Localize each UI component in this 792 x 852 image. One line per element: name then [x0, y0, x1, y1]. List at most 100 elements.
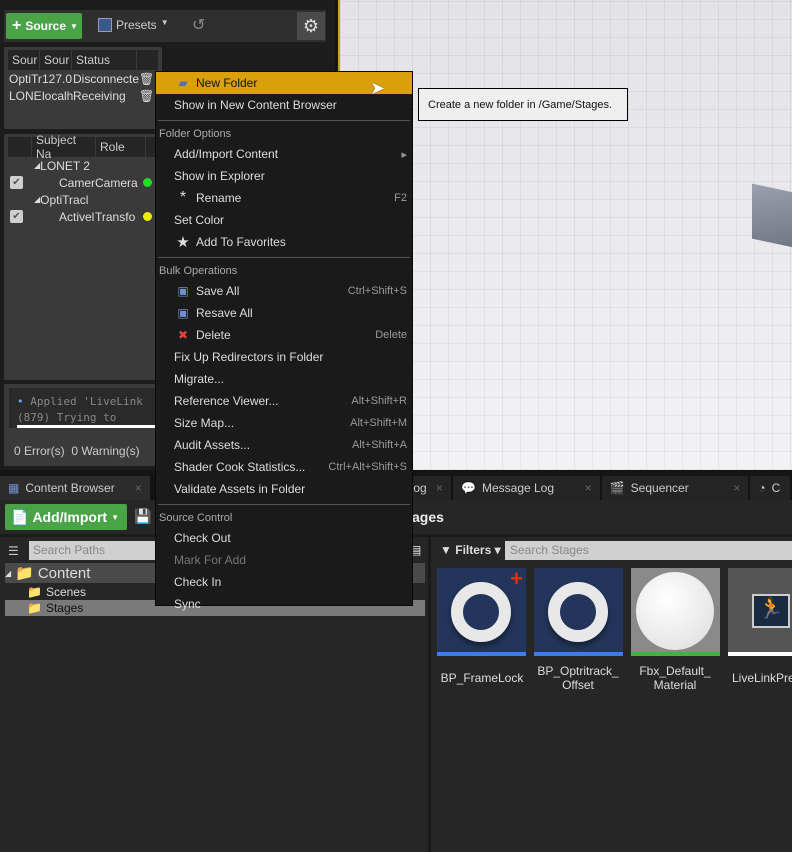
- menu-section-header: Source Control: [159, 512, 233, 524]
- status-dot-icon: [143, 178, 152, 187]
- rename-icon: *: [179, 189, 187, 206]
- menu-item-save-all[interactable]: ▣ Save All Ctrl+Shift+S: [156, 280, 412, 302]
- tab-content-browser[interactable]: ▦ Content Browser ×: [0, 476, 150, 500]
- log-line: Applied 'LiveLink: [30, 395, 143, 408]
- asset-label: BP_FrameLock: [440, 671, 524, 685]
- scrollbar[interactable]: [17, 425, 159, 428]
- save-all-icon[interactable]: 💾: [134, 508, 151, 525]
- material-thumbnail: [636, 572, 714, 650]
- menu-section-header: Bulk Operations: [159, 265, 238, 277]
- close-icon[interactable]: ×: [135, 481, 142, 495]
- menu-item-fix-up-redirectors[interactable]: Fix Up Redirectors in Folder: [156, 346, 412, 368]
- menu-item-shader-cook-statistics[interactable]: Shader Cook Statistics... Ctrl+Alt+Shift+…: [156, 456, 412, 478]
- search-paths-input[interactable]: Search Paths: [29, 541, 159, 560]
- livelink-preset-thumbnail: 🏃: [752, 594, 790, 628]
- close-icon[interactable]: ×: [585, 481, 592, 495]
- log-panel: • Applied 'LiveLink (879) Trying to 0 Er…: [4, 384, 162, 466]
- stage-mesh: [752, 183, 792, 252]
- close-icon[interactable]: ×: [733, 481, 740, 495]
- filters-button[interactable]: ▼ Filters ▾: [440, 543, 501, 557]
- plus-icon: +: [12, 17, 22, 34]
- close-icon[interactable]: ×: [436, 481, 443, 495]
- source-row[interactable]: OptiTr 127.0 Disconnecte 🗑: [4, 70, 162, 87]
- asset-tile-bp-optritrack-offset[interactable]: [534, 568, 623, 656]
- menu-item-delete[interactable]: ✖ Delete Delete: [156, 324, 412, 346]
- presets-button[interactable]: Presets ▼: [98, 18, 169, 32]
- asset-tile-livelinkpreset[interactable]: 🏃: [728, 568, 792, 656]
- asset-label: LiveLinkPre: [732, 671, 792, 685]
- settings-gear-icon[interactable]: ⚙: [297, 12, 325, 40]
- column-header[interactable]: Sour: [40, 50, 72, 70]
- revert-icon[interactable]: ↺: [192, 15, 205, 35]
- new-asset-plus-icon: +: [510, 566, 523, 591]
- livelink-toolbar: + Source ▼ Presets ▼ ↺ ⚙: [4, 10, 326, 42]
- folder-icon: 📁: [15, 565, 34, 582]
- tab-more[interactable]: ◔ C: [750, 476, 790, 500]
- subjects-list: Subject Na Role ◢ LONET 2 ✔ Camer Camera ◢ Op…: [4, 133, 162, 380]
- chevron-down-icon: ▼: [111, 512, 120, 522]
- column-header[interactable]: Sour: [8, 50, 40, 70]
- add-import-button[interactable]: 📄 Add/Import ▼: [5, 504, 127, 530]
- save-icon: ▣: [177, 284, 189, 298]
- asset-tile-fbx-default-material[interactable]: [631, 568, 720, 656]
- asset-label: Fbx_Default_ Material: [639, 664, 711, 692]
- menu-item-size-map[interactable]: Size Map... Alt+Shift+M: [156, 412, 412, 434]
- mouse-cursor-icon: ➤: [370, 78, 386, 98]
- menu-item-audit-assets[interactable]: Audit Assets... Alt+Shift+A: [156, 434, 412, 456]
- chevron-down-icon: ▼: [70, 21, 78, 31]
- menu-item-reference-viewer[interactable]: Reference Viewer... Alt+Shift+R: [156, 390, 412, 412]
- save-icon: ▣: [177, 306, 189, 320]
- checkbox[interactable]: ✔: [10, 176, 23, 189]
- tab-sequencer[interactable]: 🎬 Sequencer ×: [601, 476, 749, 500]
- status-dot-icon: [143, 212, 152, 221]
- new-folder-icon: ▰: [178, 76, 188, 90]
- log-line: (879) Trying to: [17, 411, 117, 424]
- tab-output-log[interactable]: Log ×: [406, 476, 452, 500]
- filter-icon: ▼: [440, 543, 452, 557]
- warning-count: 0 Warning(s): [71, 444, 140, 458]
- menu-item-check-out[interactable]: Check Out: [156, 527, 412, 549]
- file-icon: 📄: [11, 508, 29, 525]
- column-header[interactable]: Subject Na: [32, 133, 96, 161]
- folder-icon: 📁: [27, 601, 42, 615]
- content-browser-icon: ▦: [8, 481, 20, 495]
- tab-message-log[interactable]: 💬 Message Log ×: [453, 476, 600, 500]
- tooltip: Create a new folder in /Game/Stages.: [418, 88, 628, 121]
- sources-list: Sour Sour Status OptiTr 127.0 Disconnecte 🗑 L…: [4, 47, 162, 129]
- menu-item-migrate[interactable]: Migrate...: [156, 368, 412, 390]
- menu-item-add-import-content[interactable]: Add/Import Content ▸: [156, 143, 412, 165]
- asset-tile-bp-framelock[interactable]: +: [437, 566, 526, 656]
- subject-row[interactable]: ✔ Camer Camera: [4, 174, 162, 191]
- menu-section-header: Folder Options: [159, 128, 232, 140]
- menu-item-mark-for-add[interactable]: Mark For Add: [156, 549, 412, 571]
- error-count: 0 Error(s): [14, 444, 65, 458]
- column-header[interactable]: Status: [72, 50, 137, 70]
- presets-icon: [98, 18, 112, 32]
- source-row[interactable]: LONE localh Receiving 🗑: [4, 87, 162, 104]
- delete-icon: ✖: [177, 328, 189, 342]
- menu-item-rename[interactable]: * Rename F2: [156, 187, 412, 209]
- menu-item-resave-all[interactable]: ▣ Resave All: [156, 302, 412, 324]
- context-menu: ▰ New Folder Show in New Content Browser …: [155, 71, 413, 611]
- checkbox[interactable]: ✔: [10, 210, 23, 223]
- menu-item-set-color[interactable]: Set Color: [156, 209, 412, 231]
- subject-row[interactable]: ✔ Activel Transfo: [4, 208, 162, 225]
- menu-item-show-in-explorer[interactable]: Show in Explorer: [156, 165, 412, 187]
- column-header[interactable]: Role: [96, 137, 146, 157]
- search-assets-input[interactable]: Search Stages: [505, 541, 792, 560]
- menu-item-check-in[interactable]: Check In: [156, 571, 412, 593]
- tab-icon: ◔: [758, 481, 766, 495]
- menu-item-sync[interactable]: Sync: [156, 593, 412, 615]
- asset-label: BP_Optritrack_ Offset: [537, 664, 619, 692]
- message-log-icon: 💬: [461, 481, 476, 495]
- trash-icon[interactable]: 🗑: [139, 72, 154, 86]
- star-icon: ★: [176, 234, 190, 251]
- menu-item-validate-assets[interactable]: Validate Assets in Folder: [156, 478, 412, 500]
- trash-icon[interactable]: 🗑: [139, 89, 154, 103]
- toggle-sources-icon[interactable]: ☰: [8, 544, 19, 558]
- add-source-button[interactable]: + Source ▼: [6, 13, 82, 39]
- submenu-arrow-icon: ▸: [401, 148, 407, 161]
- blueprint-thumbnail: [548, 582, 608, 642]
- chevron-down-icon: ▼: [160, 18, 169, 27]
- menu-item-add-to-favorites[interactable]: ★ Add To Favorites: [156, 231, 412, 253]
